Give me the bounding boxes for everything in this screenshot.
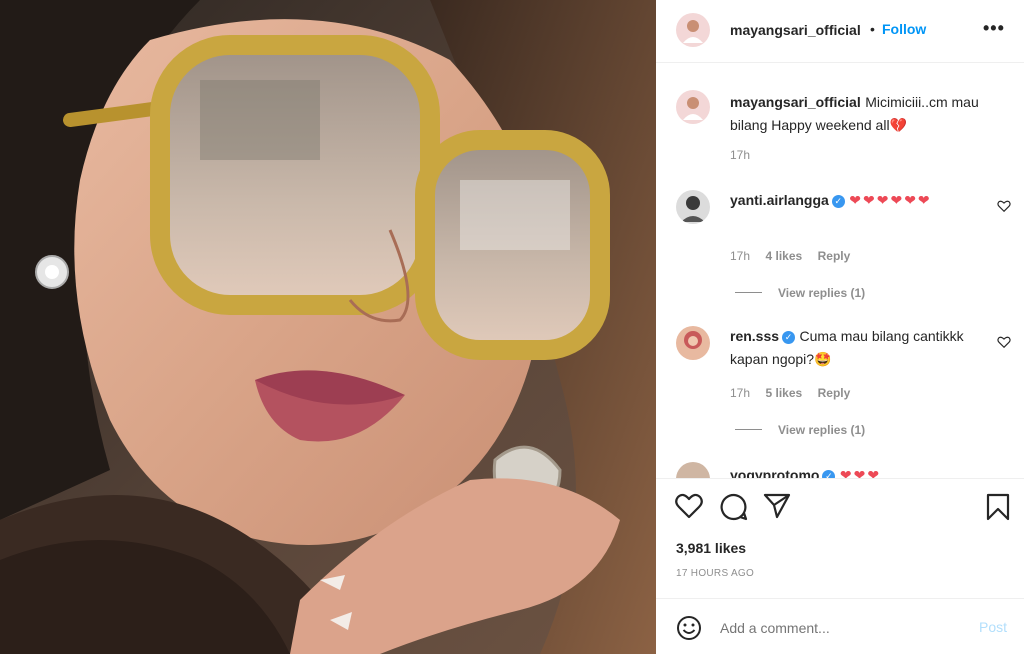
like-comment-heart-icon[interactable] bbox=[997, 335, 1011, 349]
caption-avatar[interactable] bbox=[676, 90, 710, 124]
comment-body: yogyprotomo ✓ ❤❤❤ bbox=[730, 464, 1000, 478]
comment-body: yanti.airlangga ✓ ❤❤❤❤❤❤ bbox=[730, 189, 975, 212]
replies-line bbox=[735, 292, 762, 294]
like-heart-icon[interactable] bbox=[675, 493, 703, 519]
comment-text: ❤❤❤ bbox=[839, 467, 882, 478]
comment-body: ren.sss ✓ Cuma mau bilang cantikkk kapan … bbox=[730, 325, 985, 371]
comment-input[interactable] bbox=[718, 615, 962, 641]
comment-item-clipped: yogyprotomo ✓ ❤❤❤ bbox=[656, 460, 1024, 478]
comment-username[interactable]: yanti.airlangga bbox=[730, 192, 829, 208]
emoji-icon[interactable] bbox=[676, 615, 702, 641]
view-replies-label: View replies (1) bbox=[778, 286, 866, 300]
post-actions: 3,981 likes 17 HOURS AGO bbox=[656, 478, 1024, 599]
post-photo[interactable] bbox=[0, 0, 656, 654]
verified-icon: ✓ bbox=[782, 331, 796, 344]
more-options-icon[interactable]: ••• bbox=[983, 18, 1005, 39]
comment-text: ❤❤❤❤❤❤ bbox=[849, 192, 932, 208]
like-comment-heart-icon[interactable] bbox=[997, 199, 1011, 213]
replies-line bbox=[735, 429, 762, 431]
commenter-avatar[interactable] bbox=[676, 462, 710, 478]
photo-illustration bbox=[0, 0, 656, 654]
comment-likes[interactable]: 4 likes bbox=[765, 249, 802, 263]
header-separator: • bbox=[870, 21, 875, 37]
verified-icon: ✓ bbox=[822, 470, 836, 478]
commenter-avatar[interactable] bbox=[676, 326, 710, 360]
caption-time[interactable]: 17h bbox=[730, 148, 750, 162]
caption-username[interactable]: mayangsari_official bbox=[730, 94, 861, 110]
author-username[interactable]: mayangsari_official bbox=[730, 22, 861, 38]
reply-button[interactable]: Reply bbox=[818, 386, 851, 400]
view-replies-button[interactable]: View replies (1) bbox=[735, 421, 865, 439]
post-side-panel: mayangsari_official • Follow ••• mayangs… bbox=[656, 0, 1024, 654]
caption-body: mayangsari_official Micimiciii..cm mau b… bbox=[730, 91, 1000, 137]
comment-meta: 17h 4 likes Reply bbox=[730, 247, 850, 265]
save-bookmark-icon[interactable] bbox=[986, 493, 1010, 521]
comment-username[interactable]: ren.sss bbox=[730, 328, 779, 344]
view-replies-label: View replies (1) bbox=[778, 423, 866, 437]
post-header: mayangsari_official • Follow ••• bbox=[656, 0, 1024, 63]
author-avatar[interactable] bbox=[676, 13, 710, 47]
follow-button[interactable]: Follow bbox=[882, 21, 926, 37]
comment-time[interactable]: 17h bbox=[730, 386, 750, 400]
share-send-icon[interactable] bbox=[763, 493, 791, 519]
comment-composer: Post bbox=[656, 598, 1024, 655]
commenter-avatar[interactable] bbox=[676, 190, 710, 224]
comment-time[interactable]: 17h bbox=[730, 249, 750, 263]
reply-button[interactable]: Reply bbox=[818, 249, 851, 263]
likes-count[interactable]: 3,981 likes bbox=[676, 540, 746, 556]
post-comment-button[interactable]: Post bbox=[979, 619, 1007, 635]
view-replies-button[interactable]: View replies (1) bbox=[735, 284, 865, 302]
verified-icon: ✓ bbox=[831, 195, 845, 208]
comment-username[interactable]: yogyprotomo bbox=[730, 467, 819, 478]
comment-bubble-icon[interactable] bbox=[720, 493, 748, 521]
comment-likes[interactable]: 5 likes bbox=[765, 386, 802, 400]
post-timestamp[interactable]: 17 HOURS AGO bbox=[676, 568, 754, 579]
comment-meta: 17h 5 likes Reply bbox=[730, 384, 850, 402]
